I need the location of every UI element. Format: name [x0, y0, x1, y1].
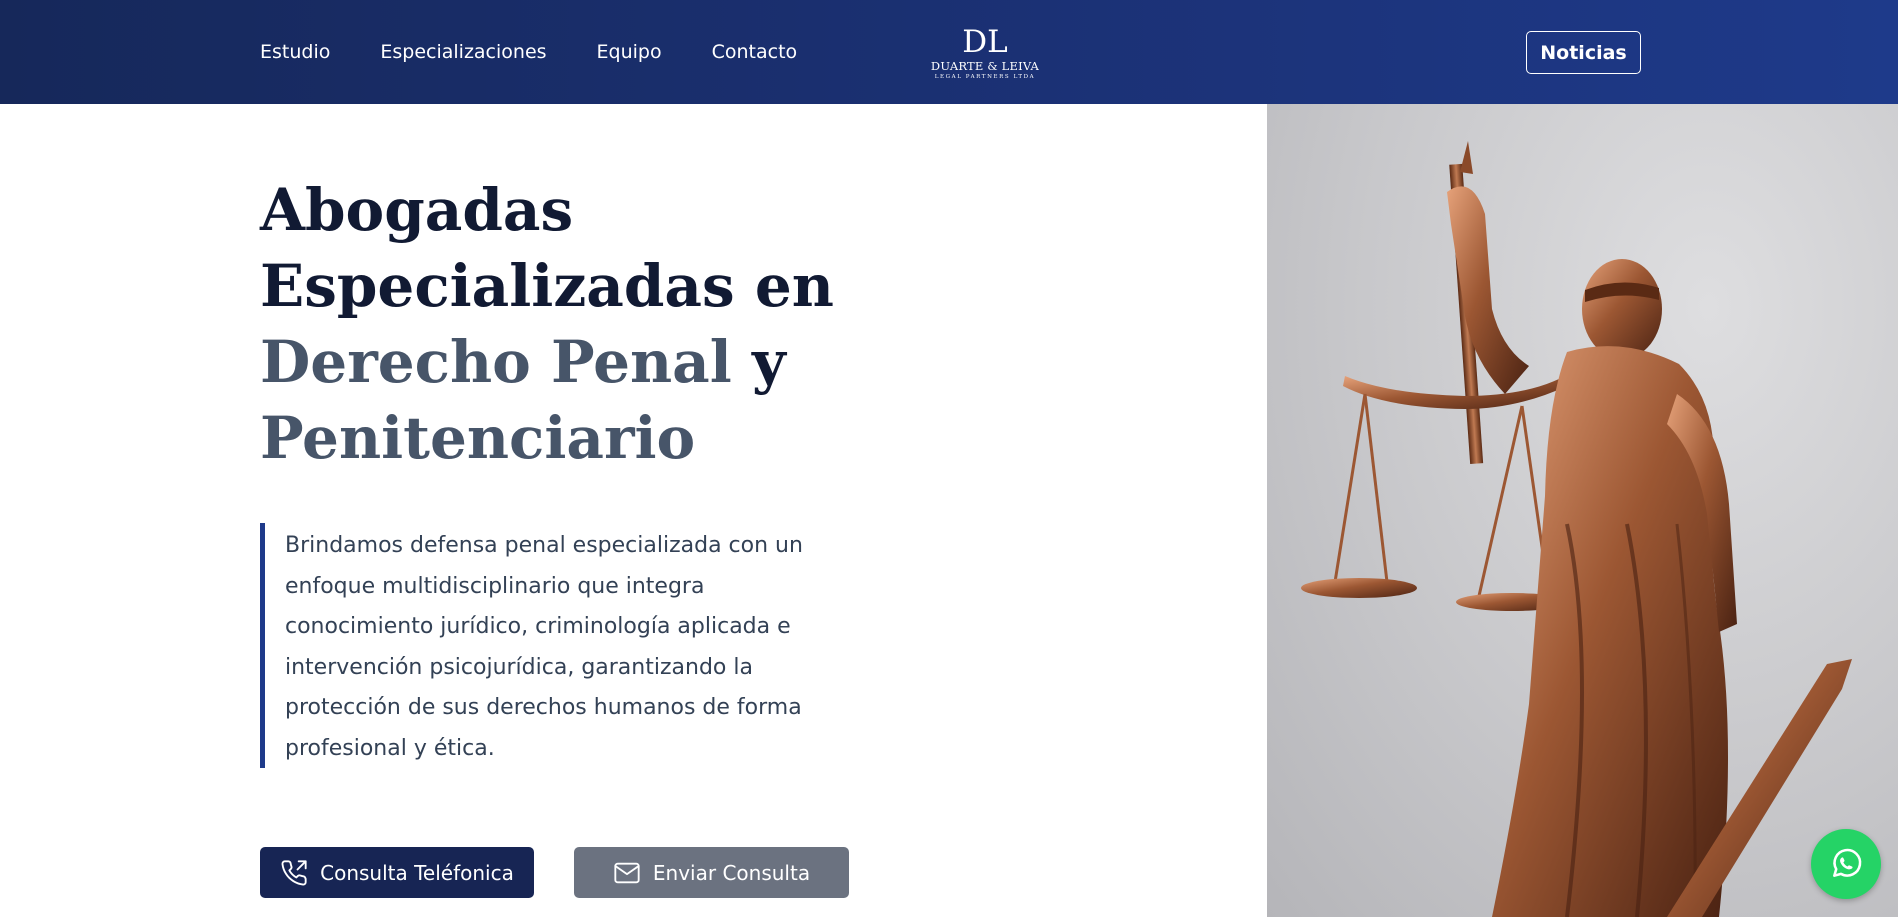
logo-name: DUARTE & LEIVA [930, 59, 1040, 73]
nav-links: Estudio Especializaciones Equipo Contact… [260, 0, 847, 104]
send-consult-label: Enviar Consulta [652, 860, 811, 885]
title-accent-penitenciario: Penitenciario [260, 404, 696, 472]
logo-monogram: DL [962, 24, 1008, 60]
title-line-1: Abogadas [260, 176, 574, 244]
title-accent-derecho-penal: Derecho Penal [260, 328, 732, 396]
description-block: Brindamos defensa penal especializada co… [260, 523, 860, 768]
nav-link-equipo[interactable]: Equipo [597, 41, 662, 63]
logo[interactable]: DL DUARTE & LEIVA LEGAL PARTNERS LTDA [928, 26, 1042, 81]
lady-justice-statue-image [1267, 104, 1898, 917]
phone-consult-label: Consulta Teléfonica [320, 860, 514, 885]
nav-link-contacto[interactable]: Contacto [712, 41, 798, 63]
title-line-2: Especializadas en [260, 252, 834, 320]
send-consult-button[interactable]: Enviar Consulta [574, 847, 849, 898]
whatsapp-icon [1833, 848, 1862, 877]
hero-description: Brindamos defensa penal especializada co… [285, 533, 803, 761]
statue-illustration [1301, 141, 1852, 917]
news-button[interactable]: Noticias [1526, 31, 1641, 74]
nav-link-estudio[interactable]: Estudio [260, 41, 330, 63]
phone-consult-button[interactable]: Consulta Teléfonica [260, 847, 534, 898]
nav-link-especializaciones[interactable]: Especializaciones [380, 41, 546, 63]
logo-subtitle: LEGAL PARTNERS LTDA [934, 74, 1036, 80]
phone-outgoing-icon [281, 859, 307, 885]
hero-title: Abogadas Especializadas en Derecho Penal… [260, 172, 860, 476]
whatsapp-button[interactable] [1811, 829, 1881, 899]
mail-icon [614, 862, 640, 883]
navbar: Estudio Especializaciones Equipo Contact… [0, 0, 1898, 104]
title-connector: y [731, 328, 786, 396]
